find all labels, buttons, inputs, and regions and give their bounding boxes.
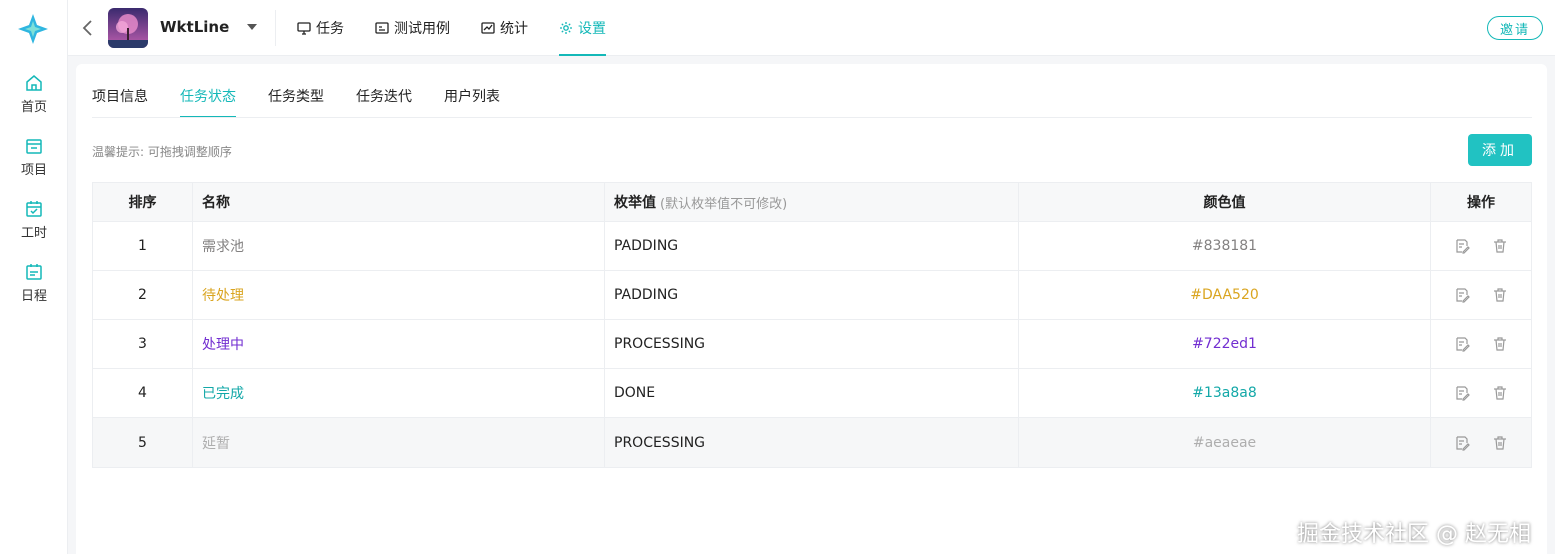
header-enum: 枚举值 (默认枚举值不可修改) xyxy=(605,183,1019,221)
row-enum: PADDING xyxy=(605,222,1019,270)
row-enum: PROCESSING xyxy=(605,320,1019,368)
tab-tasks[interactable]: 任务 xyxy=(297,0,344,56)
nav-item-project[interactable]: 项目 xyxy=(0,137,68,189)
tab-label: 统计 xyxy=(500,21,528,37)
watermark: 掘金技术社区 @ 赵无相 xyxy=(1297,522,1531,547)
row-color: #aeaeae xyxy=(1019,418,1431,467)
edit-icon[interactable] xyxy=(1454,435,1470,451)
row-order: 2 xyxy=(93,271,193,319)
row-enum: DONE xyxy=(605,369,1019,417)
schedule-icon xyxy=(26,264,42,280)
delete-icon[interactable] xyxy=(1492,385,1508,401)
row-name: 已完成 xyxy=(193,369,605,417)
home-icon xyxy=(26,75,42,91)
row-name: 处理中 xyxy=(193,320,605,368)
row-order: 5 xyxy=(93,418,193,467)
row-ops xyxy=(1431,418,1531,467)
caret-down-icon[interactable] xyxy=(246,22,258,32)
row-enum: PADDING xyxy=(605,271,1019,319)
row-color: #DAA520 xyxy=(1019,271,1431,319)
row-name: 延暂 xyxy=(193,418,605,467)
divider xyxy=(92,117,1532,118)
delete-icon[interactable] xyxy=(1492,435,1508,451)
tab-label: 测试用例 xyxy=(394,21,450,37)
settings-card: 项目信息 任务状态 任务类型 任务迭代 用户列表 温馨提示: 可拖拽调整顺序 添… xyxy=(76,64,1547,554)
divider xyxy=(275,10,276,46)
table-row[interactable]: 4 已完成 DONE #13a8a8 xyxy=(93,369,1531,418)
delete-icon[interactable] xyxy=(1492,287,1508,303)
left-nav: 首页 项目 工时 日程 xyxy=(0,0,68,554)
app-logo-icon[interactable] xyxy=(16,12,50,46)
drag-hint: 温馨提示: 可拖拽调整顺序 xyxy=(92,145,232,159)
invite-button[interactable]: 邀请 xyxy=(1487,16,1543,40)
nav-label: 项目 xyxy=(20,163,47,178)
header-name: 名称 xyxy=(193,183,605,221)
header-enum-label: 枚举值 xyxy=(614,195,656,211)
top-bar: WktLine 任务 测试用例 统计 设置 邀请 xyxy=(68,0,1555,56)
row-color: #838181 xyxy=(1019,222,1431,270)
tab-label: 任务 xyxy=(316,21,344,37)
project-image-icon xyxy=(108,8,148,48)
monitor-icon xyxy=(297,22,311,35)
subtab-task-status[interactable]: 任务状态 xyxy=(168,86,248,118)
header-color: 颜色值 xyxy=(1019,183,1431,221)
chart-icon xyxy=(481,22,495,34)
edit-icon[interactable] xyxy=(1454,385,1470,401)
table-body: 1 需求池 PADDING #838181 2 待处理 PADDING #DAA520 3 处理中… xyxy=(93,222,1531,467)
table-header: 排序 名称 枚举值 (默认枚举值不可修改) 颜色值 操作 xyxy=(93,183,1531,222)
table-row[interactable]: 5 延暂 PROCESSING #aeaeae xyxy=(93,418,1531,467)
store-icon xyxy=(26,139,42,154)
row-enum: PROCESSING xyxy=(605,418,1019,467)
table-row[interactable]: 3 处理中 PROCESSING #722ed1 xyxy=(93,320,1531,369)
edit-icon[interactable] xyxy=(1454,287,1470,303)
delete-icon[interactable] xyxy=(1492,336,1508,352)
row-name: 需求池 xyxy=(193,222,605,270)
project-name: WktLine xyxy=(160,18,230,36)
row-ops xyxy=(1431,222,1531,270)
edit-icon[interactable] xyxy=(1454,336,1470,352)
tab-settings[interactable]: 设置 xyxy=(559,0,606,56)
row-ops xyxy=(1431,271,1531,319)
edit-icon[interactable] xyxy=(1454,238,1470,254)
nav-label: 首页 xyxy=(20,100,47,115)
row-order: 1 xyxy=(93,222,193,270)
tab-statistics[interactable]: 统计 xyxy=(481,0,528,56)
header-ops: 操作 xyxy=(1467,195,1495,211)
subtab-user-list[interactable]: 用户列表 xyxy=(444,86,500,118)
nav-item-home[interactable]: 首页 xyxy=(0,74,68,126)
subtab-project-info[interactable]: 项目信息 xyxy=(92,86,148,118)
row-name: 待处理 xyxy=(193,271,605,319)
tab-testcases[interactable]: 测试用例 xyxy=(375,0,450,56)
nav-item-schedule[interactable]: 日程 xyxy=(0,263,68,315)
row-ops xyxy=(1431,369,1531,417)
nav-label: 工时 xyxy=(20,226,47,241)
row-ops xyxy=(1431,320,1531,368)
chevron-left-icon[interactable] xyxy=(80,18,96,38)
header-order: 排序 xyxy=(93,183,193,221)
calendar-check-icon xyxy=(26,201,42,217)
gear-icon xyxy=(560,22,572,34)
nav-label: 日程 xyxy=(20,289,47,304)
delete-icon[interactable] xyxy=(1492,238,1508,254)
status-table: 排序 名称 枚举值 (默认枚举值不可修改) 颜色值 操作 1 需求池 PADDING… xyxy=(92,182,1532,468)
row-order: 3 xyxy=(93,320,193,368)
subtab-task-type[interactable]: 任务类型 xyxy=(268,86,324,118)
testcase-icon xyxy=(375,22,389,34)
table-row[interactable]: 2 待处理 PADDING #DAA520 xyxy=(93,271,1531,320)
row-color: #722ed1 xyxy=(1019,320,1431,368)
subtab-task-iteration[interactable]: 任务迭代 xyxy=(356,86,412,118)
project-avatar[interactable] xyxy=(108,8,148,48)
row-color: #13a8a8 xyxy=(1019,369,1431,417)
header-enum-note: (默认枚举值不可修改) xyxy=(660,196,788,212)
add-button[interactable]: 添加 xyxy=(1468,134,1532,166)
table-row[interactable]: 1 需求池 PADDING #838181 xyxy=(93,222,1531,271)
nav-item-worktime[interactable]: 工时 xyxy=(0,200,68,252)
tab-label: 设置 xyxy=(578,21,606,37)
row-order: 4 xyxy=(93,369,193,417)
